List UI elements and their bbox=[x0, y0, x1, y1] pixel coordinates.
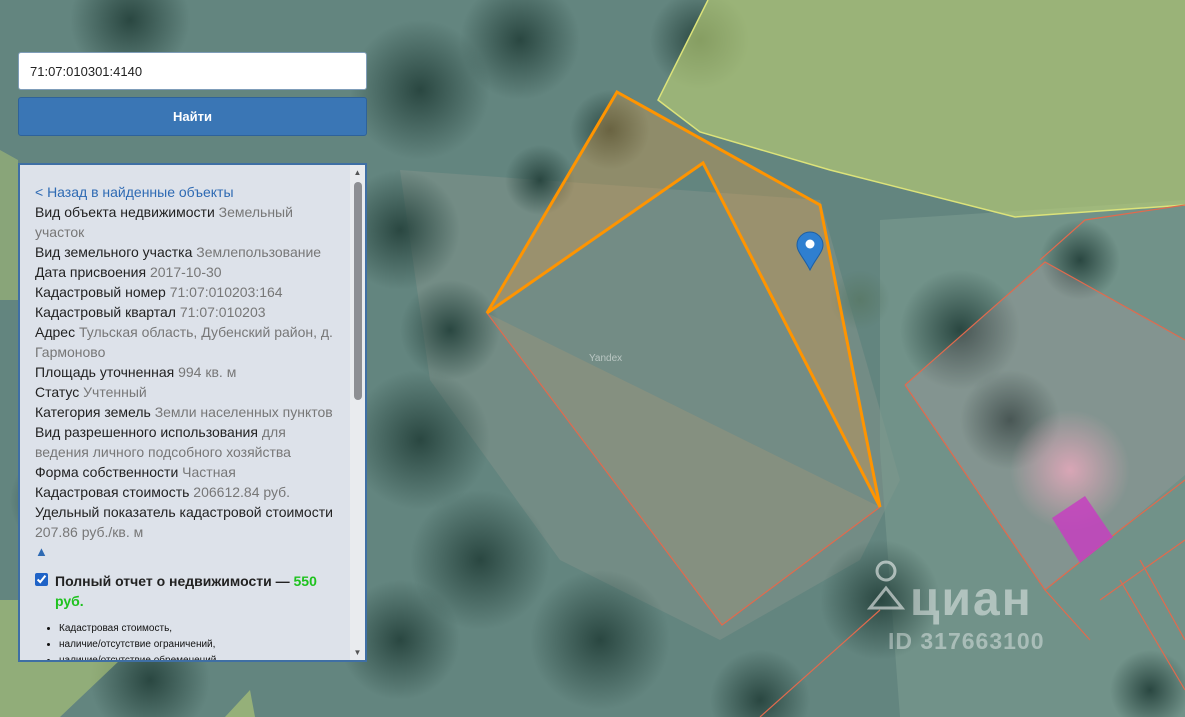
panel-content: < Назад в найденные объекты Вид объекта … bbox=[35, 182, 343, 660]
watermark: циан ID 317663100 bbox=[862, 552, 1082, 662]
field-cadastral-value: Кадастровая стоимость 206612.84 руб. bbox=[35, 484, 291, 500]
back-to-results-link[interactable]: < Назад в найденные объекты bbox=[35, 182, 343, 202]
field-object-type: Вид объекта недвижимости Земельный участ… bbox=[35, 204, 293, 240]
field-address: Адрес Тульская область, Дубенский район,… bbox=[35, 324, 333, 360]
field-assignment-date: Дата присвоения 2017-10-30 bbox=[35, 264, 222, 280]
report-features-list: Кадастровая стоимость, наличие/отсутстви… bbox=[35, 621, 343, 660]
scrollbar-thumb[interactable] bbox=[354, 182, 362, 400]
field-status: Статус Учтенный bbox=[35, 384, 147, 400]
field-ownership-form: Форма собственности Частная bbox=[35, 464, 236, 480]
panel-scrollbar[interactable]: ▲ ▼ bbox=[350, 165, 365, 660]
list-item: наличие/отсутствие обременений, bbox=[59, 653, 343, 660]
scroll-down-arrow-icon[interactable]: ▼ bbox=[350, 645, 365, 660]
info-panel: < Назад в найденные объекты Вид объекта … bbox=[18, 163, 367, 662]
field-area: Площадь уточненная 994 кв. м bbox=[35, 364, 237, 380]
watermark-brand: циан bbox=[910, 573, 1033, 626]
field-land-category: Категория земель Земли населенных пункто… bbox=[35, 404, 333, 420]
field-permitted-use: Вид разрешенного использования для веден… bbox=[35, 424, 291, 460]
full-report-label: Полный отчет о недвижимости — bbox=[55, 573, 290, 589]
list-item: Кадастровая стоимость, bbox=[59, 621, 343, 637]
field-cadastral-number: Кадастровый номер 71:07:010203:164 bbox=[35, 284, 283, 300]
full-report-option[interactable]: Полный отчет о недвижимости — 550 руб. bbox=[35, 571, 343, 611]
collapse-arrow-icon[interactable]: ▲ bbox=[35, 542, 343, 562]
field-cadastral-quarter: Кадастровый квартал 71:07:010203 bbox=[35, 304, 266, 320]
full-report-checkbox[interactable] bbox=[35, 573, 48, 586]
cadastral-search-input[interactable] bbox=[18, 52, 367, 90]
watermark-id: ID 317663100 bbox=[888, 628, 1045, 654]
find-button[interactable]: Найти bbox=[18, 97, 367, 136]
list-item: наличие/отсутствие ограничений, bbox=[59, 637, 343, 653]
map-attribution: Yandex bbox=[589, 353, 623, 364]
field-land-type: Вид земельного участка Землепользование bbox=[35, 244, 322, 260]
field-specific-value: Удельный показатель кадастровой стоимост… bbox=[35, 504, 333, 540]
scroll-up-arrow-icon[interactable]: ▲ bbox=[350, 165, 365, 180]
